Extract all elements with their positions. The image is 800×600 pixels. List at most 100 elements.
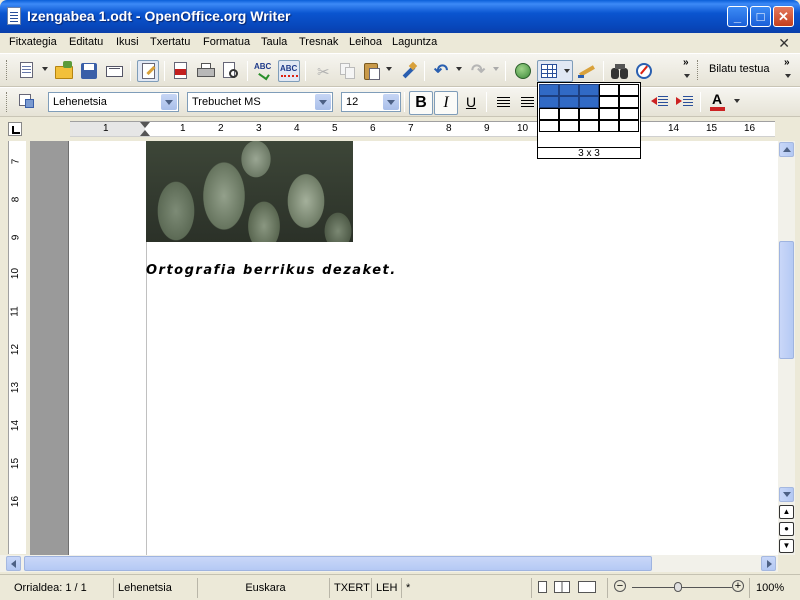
indent-marker-icon[interactable]: [140, 122, 150, 128]
table-grid-cell[interactable]: [599, 120, 619, 132]
chevron-down-icon[interactable]: [315, 94, 331, 110]
font-size-select[interactable]: 12: [341, 92, 401, 112]
maximize-button[interactable]: □: [750, 6, 771, 27]
table-grid-cell[interactable]: [559, 96, 579, 108]
close-document-icon[interactable]: ✕: [778, 35, 790, 52]
table-grid-cell[interactable]: [619, 96, 639, 108]
toolbar-options-arrow[interactable]: [684, 74, 690, 78]
table-grid-cell[interactable]: [579, 120, 599, 132]
document-text[interactable]: Ortografia berrikus dezaket.: [146, 263, 397, 278]
autospellcheck-icon[interactable]: ABC: [278, 60, 300, 82]
table-grid-cell[interactable]: [559, 108, 579, 120]
scroll-up-button[interactable]: [779, 142, 794, 157]
zoom-slider[interactable]: − +: [608, 578, 750, 598]
language-indicator[interactable]: Euskara: [198, 578, 330, 598]
spellcheck-icon[interactable]: ABC: [253, 60, 275, 82]
document-page[interactable]: Ortografia berrikus dezaket.: [68, 141, 778, 555]
print-icon[interactable]: [195, 60, 217, 82]
print-preview-icon[interactable]: [220, 60, 242, 82]
table-grid-cell[interactable]: [539, 108, 559, 120]
page-style-indicator[interactable]: Lehenetsia: [114, 578, 198, 598]
email-icon[interactable]: [103, 60, 125, 82]
undo-dropdown-arrow[interactable]: [456, 67, 462, 71]
save-icon[interactable]: [78, 60, 100, 82]
cactus-image[interactable]: [146, 141, 353, 242]
vertical-scroll-thumb[interactable]: [779, 241, 794, 359]
cut-icon[interactable]: ✂: [312, 60, 334, 82]
zoom-level[interactable]: 100%: [752, 578, 798, 598]
align-left-icon[interactable]: [493, 91, 515, 113]
find-toolbar-overflow-icon[interactable]: »: [784, 57, 790, 68]
table-button[interactable]: [537, 60, 573, 82]
vertical-ruler[interactable]: 7 8 9 10 11 12 13 14 15 16: [8, 141, 26, 554]
menu-taula[interactable]: Taula: [261, 36, 287, 48]
redo-icon[interactable]: ↷: [467, 60, 489, 82]
underline-button[interactable]: U: [459, 91, 483, 115]
gallery-icon[interactable]: [633, 60, 655, 82]
next-page-icon[interactable]: ▼: [779, 539, 794, 553]
edit-file-icon[interactable]: [137, 60, 159, 82]
menu-ikusi[interactable]: Ikusi: [116, 36, 139, 48]
insert-mode-indicator[interactable]: TXERT: [330, 578, 372, 598]
font-color-dropdown-arrow[interactable]: [734, 99, 740, 103]
find-toolbar-grip[interactable]: [697, 60, 700, 80]
chevron-down-icon[interactable]: [383, 94, 399, 110]
table-grid-cell[interactable]: [559, 84, 579, 96]
table-grid-cell[interactable]: [599, 108, 619, 120]
page-indicator[interactable]: Orrialdea: 1 / 1: [10, 578, 114, 598]
open-folder-icon[interactable]: [53, 60, 75, 82]
styles-formatting-icon[interactable]: [16, 90, 38, 112]
menu-laguntza[interactable]: Laguntza: [392, 36, 437, 48]
scroll-right-button[interactable]: [761, 556, 776, 571]
indent-marker-icon[interactable]: [140, 130, 150, 136]
zoom-slider-thumb[interactable]: [674, 582, 682, 592]
menu-tresnak[interactable]: Tresnak: [299, 36, 338, 48]
bold-button[interactable]: B: [409, 91, 433, 115]
menu-fitxategia[interactable]: Fitxategia: [9, 36, 57, 48]
navigator-icon[interactable]: [512, 60, 534, 82]
align-center-icon[interactable]: [517, 91, 539, 113]
font-color-icon[interactable]: A: [707, 91, 729, 113]
tab-stop-selector[interactable]: [8, 122, 22, 136]
draw-functions-icon[interactable]: [576, 60, 598, 82]
table-grid-cell[interactable]: [579, 108, 599, 120]
toolbar-grip[interactable]: [6, 60, 9, 80]
close-button[interactable]: ✕: [773, 6, 794, 27]
copy-icon[interactable]: [337, 60, 359, 82]
export-pdf-icon[interactable]: [170, 60, 192, 82]
table-grid-cell[interactable]: [619, 120, 639, 132]
new-dropdown-arrow[interactable]: [42, 67, 48, 71]
menu-formatua[interactable]: Formatua: [203, 36, 250, 48]
font-name-select[interactable]: Trebuchet MS: [187, 92, 333, 112]
table-grid-cell[interactable]: [559, 120, 579, 132]
italic-button[interactable]: I: [434, 91, 458, 115]
decrease-indent-icon[interactable]: [649, 91, 671, 113]
menu-leihoa[interactable]: Leihoa: [349, 36, 382, 48]
previous-page-icon[interactable]: ▲: [779, 505, 794, 519]
table-grid-cell[interactable]: [539, 96, 559, 108]
table-grid-cell[interactable]: [539, 120, 559, 132]
toolbar-overflow-icon[interactable]: »: [683, 57, 689, 68]
horizontal-scroll-thumb[interactable]: [24, 556, 652, 571]
toolbar-grip[interactable]: [6, 92, 9, 112]
table-insert-popup[interactable]: 3 x 3: [537, 82, 641, 159]
table-grid-cell[interactable]: [619, 84, 639, 96]
new-document-icon[interactable]: [16, 60, 38, 82]
chevron-down-icon[interactable]: [161, 94, 177, 110]
increase-indent-icon[interactable]: [674, 91, 696, 113]
table-grid-cell[interactable]: [579, 96, 599, 108]
format-paintbrush-icon[interactable]: [398, 60, 420, 82]
scroll-down-button[interactable]: [779, 487, 794, 502]
paste-icon[interactable]: [361, 60, 383, 82]
menu-editatu[interactable]: Editatu: [69, 36, 103, 48]
paragraph-style-select[interactable]: Lehenetsia: [48, 92, 179, 112]
single-page-view-icon[interactable]: [538, 581, 547, 593]
selection-mode-indicator[interactable]: LEH: [372, 578, 402, 598]
vertical-scrollbar[interactable]: ▲ ● ▼: [778, 141, 795, 555]
paste-dropdown-arrow[interactable]: [386, 67, 392, 71]
menu-txertatu[interactable]: Txertatu: [150, 36, 190, 48]
find-options-arrow[interactable]: [785, 74, 791, 78]
table-grid-cell[interactable]: [539, 84, 559, 96]
horizontal-scrollbar[interactable]: [0, 555, 778, 572]
book-view-icon[interactable]: [578, 581, 596, 593]
